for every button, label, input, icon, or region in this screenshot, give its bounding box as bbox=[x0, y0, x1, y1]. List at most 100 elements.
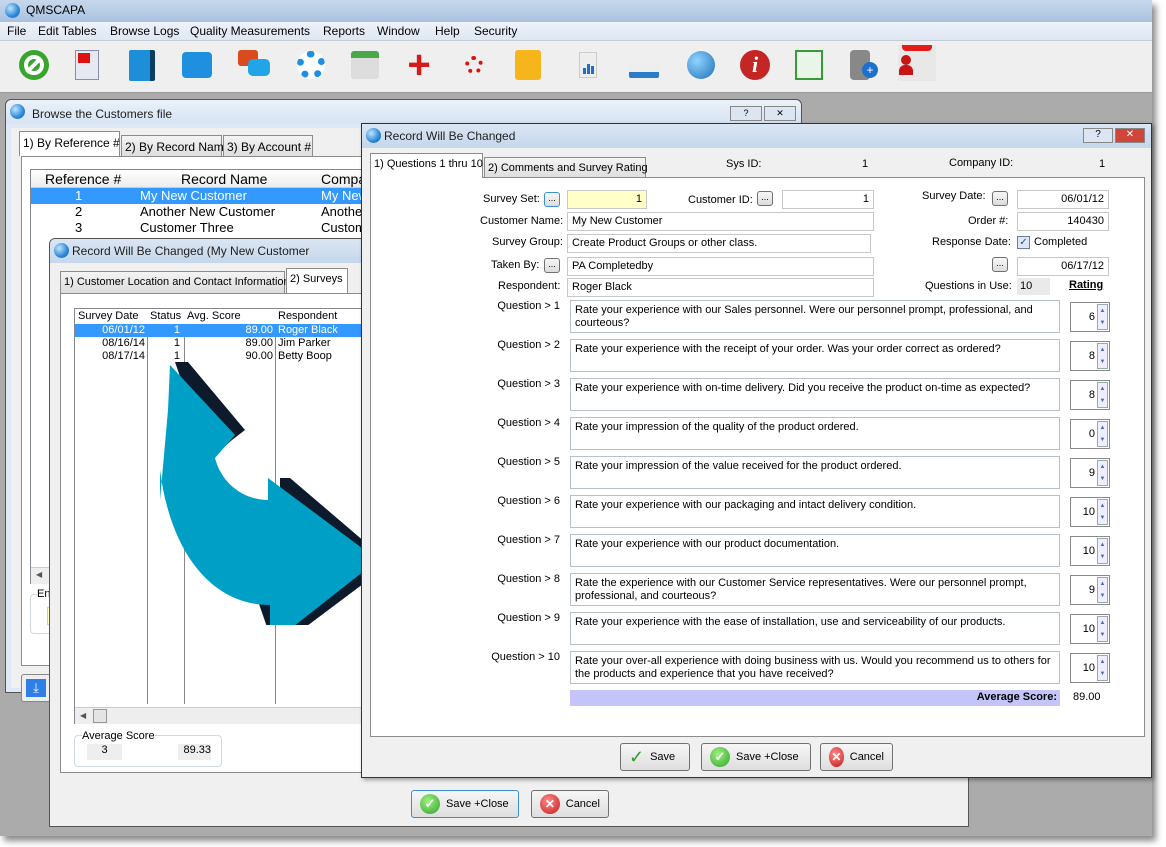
rating-spinner[interactable]: 0 ▲ ▼ bbox=[1070, 419, 1110, 449]
tab-by-reference[interactable]: 1) By Reference # bbox=[19, 131, 120, 156]
rating-spinner[interactable]: 10 ▲ ▼ bbox=[1070, 497, 1110, 527]
spin-up-icon[interactable]: ▲ bbox=[1098, 422, 1107, 434]
spin-up-icon[interactable]: ▲ bbox=[1098, 656, 1107, 668]
survey-set-field[interactable]: 1 bbox=[567, 190, 647, 209]
rating-spinner[interactable]: 10 ▲ ▼ bbox=[1070, 653, 1110, 683]
respondent-field[interactable]: Roger Black bbox=[567, 278, 874, 297]
spin-up-icon[interactable]: ▲ bbox=[1098, 461, 1107, 473]
response-date-picker-button[interactable]: ... bbox=[992, 257, 1008, 272]
menu-security[interactable]: Security bbox=[474, 24, 517, 38]
chat-icon[interactable] bbox=[236, 47, 272, 83]
menu-browse-logs[interactable]: Browse Logs bbox=[110, 24, 179, 38]
rating-spinner[interactable]: 9 ▲ ▼ bbox=[1070, 575, 1110, 605]
survey-set-lookup-button[interactable]: ... bbox=[544, 192, 560, 207]
question-text-field[interactable]: Rate your experience with our packaging … bbox=[570, 495, 1060, 528]
cancel-icon[interactable] bbox=[16, 47, 52, 83]
completed-checkbox[interactable]: ✓ bbox=[1017, 236, 1030, 249]
spin-down-icon[interactable]: ▼ bbox=[1098, 395, 1107, 407]
rating-spinner[interactable]: 10 ▲ ▼ bbox=[1070, 536, 1110, 566]
tab-by-record-name[interactable]: 2) By Record Name bbox=[121, 135, 230, 157]
tab-comments-survey-rating[interactable]: 2) Comments and Survey Rating bbox=[484, 157, 648, 179]
spin-down-icon[interactable]: ▼ bbox=[1098, 668, 1107, 680]
checklist-icon[interactable] bbox=[791, 47, 827, 83]
spin-down-icon[interactable]: ▼ bbox=[1098, 317, 1107, 329]
col-status[interactable]: Status bbox=[150, 310, 181, 322]
question-text-field[interactable]: Rate your experience with our product do… bbox=[570, 534, 1060, 567]
close-button[interactable]: ✕ bbox=[1115, 128, 1145, 143]
customer-id-field[interactable]: 1 bbox=[782, 190, 874, 209]
spin-up-icon[interactable]: ▲ bbox=[1098, 539, 1107, 551]
customer-name-field[interactable]: My New Customer bbox=[567, 212, 874, 231]
question-text-field[interactable]: Rate your experience with on-time delive… bbox=[570, 378, 1060, 411]
rating-spinner[interactable]: 8 ▲ ▼ bbox=[1070, 380, 1110, 410]
question-text-field[interactable]: Rate your experience with the receipt of… bbox=[570, 339, 1060, 372]
spin-down-icon[interactable]: ▼ bbox=[1098, 512, 1107, 524]
calendar-icon[interactable] bbox=[347, 47, 383, 83]
spin-up-icon[interactable]: ▲ bbox=[1098, 305, 1107, 317]
spin-down-icon[interactable]: ▼ bbox=[1098, 629, 1107, 641]
cancel-button[interactable]: ✕ Cancel bbox=[820, 743, 893, 771]
menu-edit-tables[interactable]: Edit Tables bbox=[38, 24, 96, 38]
spin-down-icon[interactable]: ▼ bbox=[1098, 356, 1107, 368]
question-text-field[interactable]: Rate your experience with the ease of in… bbox=[570, 612, 1060, 645]
address-book-icon[interactable] bbox=[510, 47, 546, 83]
spin-up-icon[interactable]: ▲ bbox=[1098, 617, 1107, 629]
close-button[interactable]: ✕ bbox=[764, 106, 796, 121]
tab-surveys[interactable]: 2) Surveys bbox=[286, 268, 348, 293]
save-close-button[interactable]: ✓ Save +Close bbox=[411, 790, 519, 818]
web-search-icon[interactable] bbox=[683, 47, 719, 83]
lifebuoy-document-icon[interactable] bbox=[456, 47, 492, 83]
rating-spinner[interactable]: 8 ▲ ▼ bbox=[1070, 341, 1110, 371]
help-button[interactable]: ? bbox=[1083, 128, 1113, 143]
question-text-field[interactable]: Rate your experience with our Sales pers… bbox=[570, 300, 1060, 333]
tab-customer-location[interactable]: 1) Customer Location and Contact Informa… bbox=[60, 271, 290, 293]
spin-up-icon[interactable]: ▲ bbox=[1098, 500, 1107, 512]
question-text-field[interactable]: Rate the experience with our Customer Se… bbox=[570, 573, 1060, 606]
notebook-edit-icon[interactable] bbox=[124, 47, 160, 83]
survey-group-field[interactable]: Create Product Groups or other class. bbox=[567, 234, 871, 253]
tab-by-account[interactable]: 3) By Account # bbox=[223, 135, 313, 157]
taken-by-lookup-button[interactable]: ... bbox=[544, 258, 560, 273]
scroll-thumb[interactable] bbox=[93, 709, 107, 723]
response-date-field[interactable]: 06/17/12 bbox=[1017, 257, 1109, 276]
menu-quality-measurements[interactable]: Quality Measurements bbox=[190, 24, 310, 38]
spin-up-icon[interactable]: ▲ bbox=[1098, 578, 1107, 590]
info-icon[interactable]: i bbox=[737, 47, 773, 83]
col-survey-date[interactable]: Survey Date bbox=[78, 310, 139, 322]
rating-spinner[interactable]: 9 ▲ ▼ bbox=[1070, 458, 1110, 488]
save-close-button[interactable]: ✓ Save +Close bbox=[701, 743, 811, 771]
survey-date-field[interactable]: 06/01/12 bbox=[1017, 190, 1109, 209]
rating-spinner[interactable]: 6 ▲ ▼ bbox=[1070, 302, 1110, 332]
question-text-field[interactable]: Rate your impression of the quality of t… bbox=[570, 417, 1060, 450]
pdf-document-icon[interactable] bbox=[69, 47, 105, 83]
rating-spinner[interactable]: 10 ▲ ▼ bbox=[1070, 614, 1110, 644]
settings-gear-icon[interactable] bbox=[293, 47, 329, 83]
spin-down-icon[interactable]: ▼ bbox=[1098, 473, 1107, 485]
spin-down-icon[interactable]: ▼ bbox=[1098, 434, 1107, 446]
col-record-name[interactable]: Record Name bbox=[181, 171, 267, 187]
order-field[interactable]: 140430 bbox=[1017, 212, 1109, 231]
spin-up-icon[interactable]: ▲ bbox=[1098, 383, 1107, 395]
add-plus-icon[interactable]: + bbox=[401, 45, 437, 85]
report-chart-icon[interactable] bbox=[570, 47, 606, 83]
user-card-icon[interactable] bbox=[897, 44, 937, 82]
help-button[interactable]: ? bbox=[730, 106, 762, 121]
col-respondent[interactable]: Respondent bbox=[278, 310, 337, 322]
save-button[interactable]: ✓ Save bbox=[620, 743, 690, 771]
menu-window[interactable]: Window bbox=[377, 24, 420, 38]
survey-date-picker-button[interactable]: ... bbox=[992, 191, 1008, 206]
menu-reports[interactable]: Reports bbox=[323, 24, 365, 38]
menu-file[interactable]: File bbox=[7, 24, 26, 38]
printer-icon[interactable] bbox=[626, 47, 662, 83]
question-text-field[interactable]: Rate your impression of the value receiv… bbox=[570, 456, 1060, 489]
col-avg-score[interactable]: Avg. Score bbox=[187, 310, 241, 322]
spin-down-icon[interactable]: ▼ bbox=[1098, 590, 1107, 602]
taken-by-field[interactable]: PA Completedby bbox=[567, 257, 874, 276]
tab-questions-1-10[interactable]: 1) Questions 1 thru 10 bbox=[370, 153, 483, 178]
spin-down-icon[interactable]: ▼ bbox=[1098, 551, 1107, 563]
question-text-field[interactable]: Rate your over-all experience with doing… bbox=[570, 651, 1060, 684]
org-chart-icon[interactable] bbox=[179, 47, 215, 83]
customer-id-lookup-button[interactable]: ... bbox=[757, 191, 773, 206]
spin-up-icon[interactable]: ▲ bbox=[1098, 344, 1107, 356]
download-button[interactable]: ⤓ bbox=[21, 674, 51, 702]
